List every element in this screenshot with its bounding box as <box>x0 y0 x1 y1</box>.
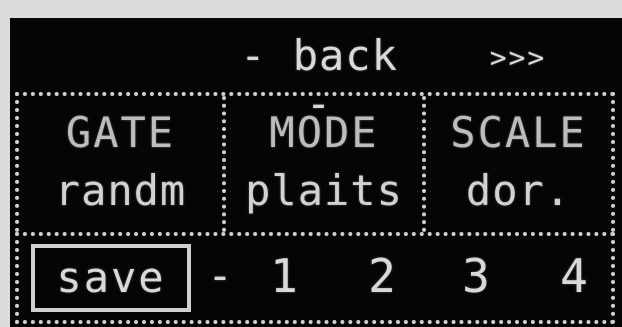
separator-dash: - <box>207 251 233 300</box>
save-button[interactable]: save <box>31 244 191 312</box>
oled-screen: - back - >>> GATE randm MODE plaits SCAL… <box>10 18 622 327</box>
top-bar: - back - >>> <box>10 28 622 128</box>
param-mode-value: plaits <box>245 166 403 215</box>
param-scale-label: SCALE <box>450 108 587 157</box>
param-gate-value: randm <box>54 166 187 215</box>
parameter-grid: GATE randm MODE plaits SCALE dor. <box>15 92 615 232</box>
preset-slot-3[interactable]: 3 <box>451 246 501 306</box>
preset-slot-2[interactable]: 2 <box>357 246 407 306</box>
param-scale-value: dor. <box>465 166 572 215</box>
param-mode-label: MODE <box>269 108 379 157</box>
next-page-button[interactable]: >>> <box>472 38 564 78</box>
back-button[interactable]: - back - <box>228 32 410 128</box>
preset-slot-1[interactable]: 1 <box>259 246 309 306</box>
preset-slot-4[interactable]: 4 <box>549 246 599 306</box>
param-mode[interactable]: MODE plaits <box>222 96 422 232</box>
param-scale[interactable]: SCALE dor. <box>422 96 611 232</box>
param-gate-label: GATE <box>65 108 176 157</box>
preset-row: save - 1 2 3 4 <box>15 232 615 324</box>
param-gate[interactable]: GATE randm <box>19 96 222 232</box>
